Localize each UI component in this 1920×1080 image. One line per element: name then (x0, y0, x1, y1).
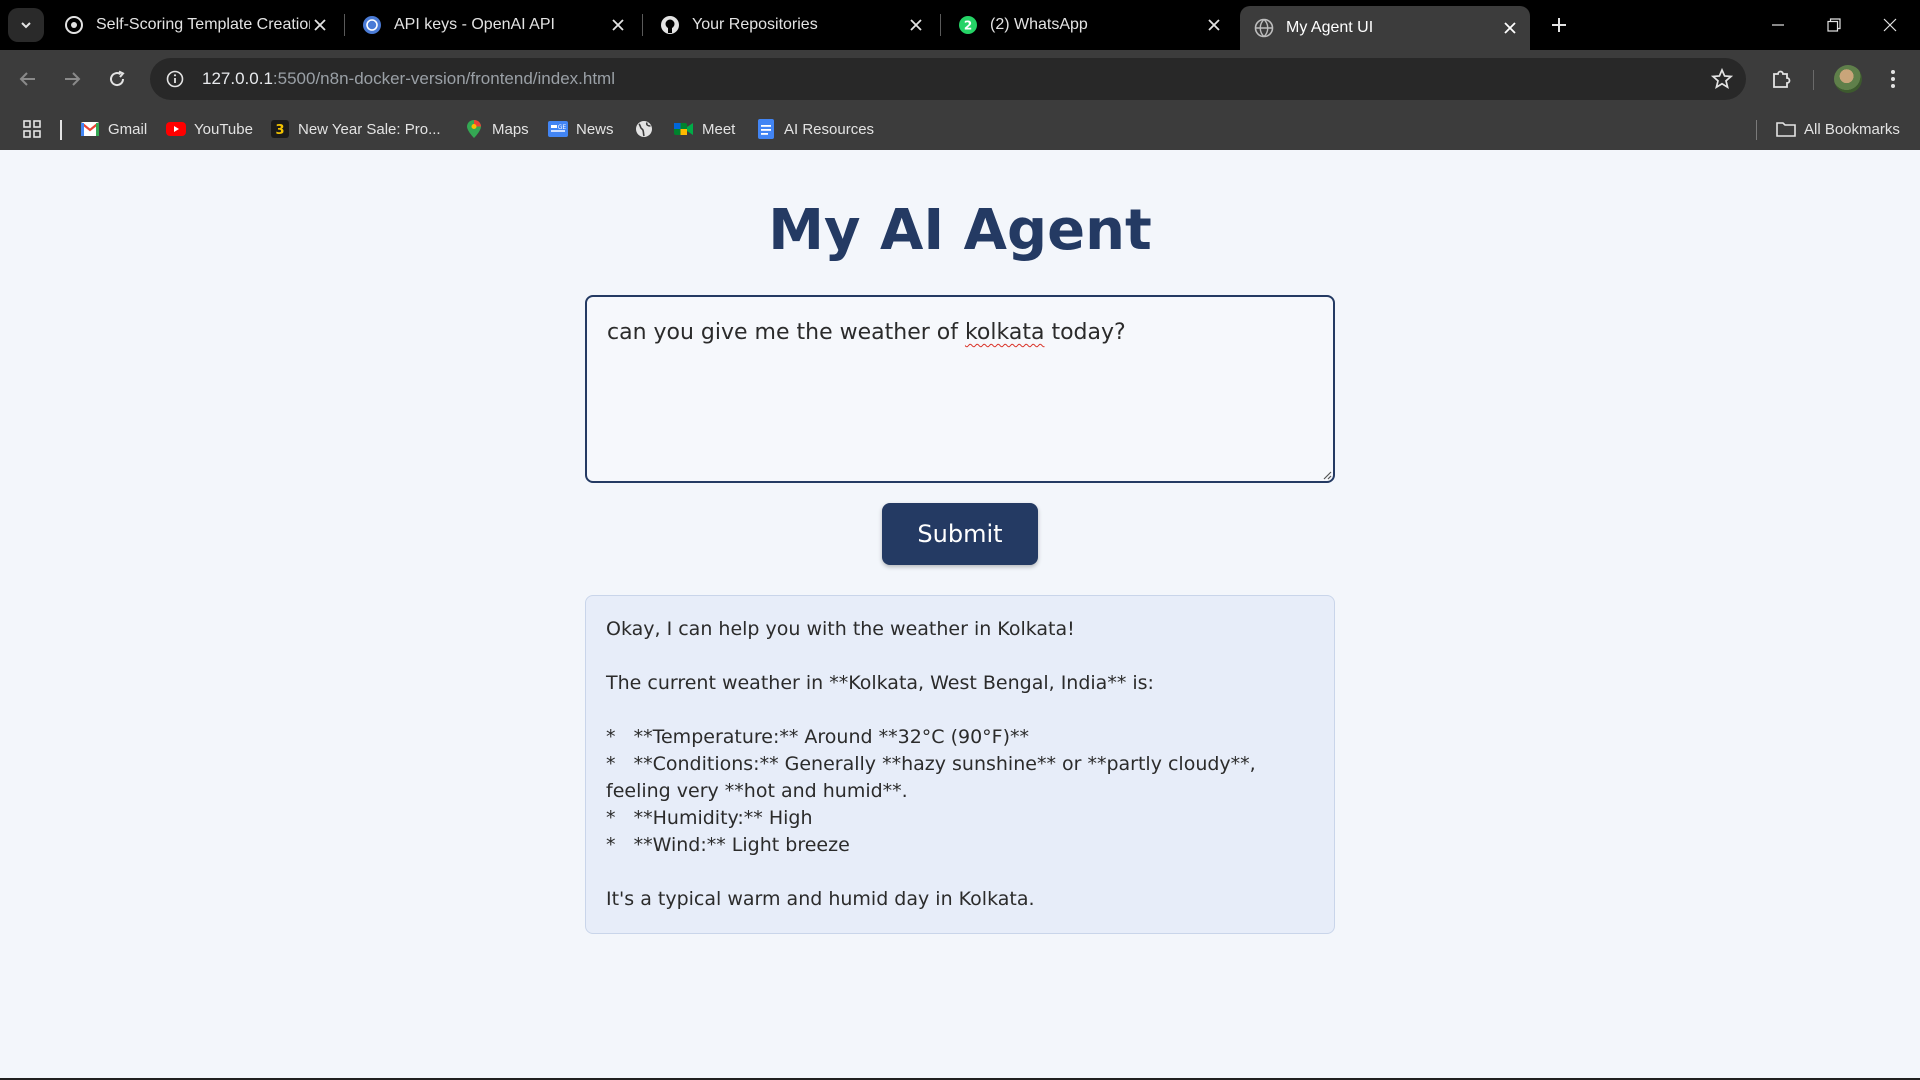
site-info-icon[interactable] (154, 58, 196, 100)
close-icon[interactable] (906, 15, 926, 35)
bookmark-label: Gmail (108, 120, 148, 138)
bookmark-new-year-sale[interactable]: 3 New Year Sale: Pro... (270, 115, 441, 143)
profile-avatar[interactable] (1834, 65, 1862, 93)
arrow-left-icon (19, 72, 35, 86)
tab-title: My Agent UI (1286, 19, 1374, 36)
globe-icon (1254, 18, 1274, 38)
url-text: 127.0.0.1:5500/n8n-docker-version/fronte… (202, 69, 615, 89)
plus-icon (1552, 18, 1566, 32)
tab-my-agent-ui[interactable]: My Agent UI (1240, 6, 1530, 50)
close-icon[interactable] (1204, 15, 1224, 35)
close-icon[interactable] (310, 15, 330, 35)
bookmarks-divider (1756, 120, 1757, 140)
reload-icon (110, 70, 125, 87)
apps-button[interactable] (22, 115, 42, 143)
apps-grid-icon (23, 120, 41, 138)
tab-search-button[interactable] (8, 8, 44, 42)
tab-title: (2) WhatsApp (990, 16, 1088, 33)
maps-icon (464, 119, 484, 139)
bookmark-label: News (576, 120, 614, 138)
minimize-button[interactable] (1750, 0, 1806, 50)
address-bar[interactable]: 127.0.0.1:5500/n8n-docker-version/fronte… (150, 58, 1746, 100)
close-icon[interactable] (608, 15, 628, 35)
close-icon (1883, 18, 1897, 32)
page-title: My AI Agent (768, 198, 1152, 263)
bookmark-label: AI Resources (784, 120, 875, 138)
tab-title: Self-Scoring Template Creation (96, 16, 310, 33)
bookmark-news[interactable]: GE News (548, 115, 614, 143)
response-box: Okay, I can help you with the weather in… (585, 595, 1335, 934)
bookmark-globe[interactable] (634, 115, 662, 143)
tab-strip: Self-Scoring Template Creation API keys … (0, 0, 1920, 50)
folder-icon (1776, 119, 1796, 139)
bookmark-label: New Year Sale: Pro... (298, 120, 441, 138)
puzzle-icon (1773, 70, 1791, 88)
bookmark-label: Meet (702, 120, 736, 138)
bookmark-label: YouTube (194, 120, 253, 138)
news-icon: GE (548, 119, 568, 139)
restore-icon (1827, 18, 1841, 32)
tab-self-scoring[interactable]: Self-Scoring Template Creation (50, 6, 340, 44)
globe-icon (634, 119, 654, 139)
bookmark-label: Maps (492, 120, 529, 138)
whatsapp-icon: 2 (958, 15, 978, 35)
tab-whatsapp[interactable]: 2 (2) WhatsApp (944, 6, 1234, 44)
url-host: 127.0.0.1 (202, 69, 273, 88)
forward-button[interactable] (54, 61, 90, 97)
gmail-icon (80, 119, 100, 139)
bookmark-ai-resources[interactable]: AI Resources (756, 115, 874, 143)
browser-toolbar: 127.0.0.1:5500/n8n-docker-version/fronte… (0, 50, 1920, 108)
url-path: :5500/n8n-docker-version/frontend/index.… (272, 69, 615, 88)
docs-icon (756, 119, 776, 139)
bookmark-meet[interactable]: Meet (674, 115, 735, 143)
bookmark-gmail[interactable]: Gmail (80, 115, 147, 143)
github-icon (660, 15, 680, 35)
tab-divider (642, 14, 643, 36)
whatsapp-badge: 2 (964, 19, 972, 33)
svg-text:GE: GE (558, 124, 567, 131)
resize-handle-icon[interactable] (1322, 470, 1332, 480)
bookmark-youtube[interactable]: YouTube (166, 115, 253, 143)
spellcheck-word: kolkata (964, 320, 1045, 345)
restore-button[interactable] (1806, 0, 1862, 50)
minimize-icon (1772, 24, 1784, 26)
youtube-icon (166, 119, 186, 139)
close-icon[interactable] (1500, 18, 1520, 38)
extensions-button[interactable] (1764, 63, 1798, 95)
openai-icon (64, 15, 84, 35)
page-content: My AI Agent can you give me the weather … (0, 150, 1920, 1080)
bookmarks-bar: Gmail YouTube 3 New Year Sale: Pro... Ma… (0, 108, 1920, 150)
back-button[interactable] (10, 61, 46, 97)
bookmark-star-icon[interactable] (1710, 67, 1734, 91)
browser-menu-button[interactable] (1878, 63, 1908, 95)
svg-text:3: 3 (275, 123, 284, 138)
sale-icon: 3 (270, 119, 290, 139)
bookmarks-divider (60, 120, 62, 140)
kebab-menu-icon (1891, 70, 1895, 88)
toolbar-divider (1813, 70, 1814, 90)
prompt-text: can you give me the weather of (607, 320, 965, 345)
openai-icon (362, 15, 382, 35)
tab-title: API keys - OpenAI API (394, 16, 555, 33)
window-close-button[interactable] (1862, 0, 1918, 50)
tab-title: Your Repositories (692, 16, 818, 33)
all-bookmarks-button[interactable]: All Bookmarks (1776, 115, 1900, 143)
chevron-down-icon (21, 22, 31, 29)
prompt-textarea[interactable]: can you give me the weather of kolkata t… (585, 295, 1335, 483)
new-tab-button[interactable] (1544, 10, 1574, 40)
tab-divider (940, 14, 941, 36)
submit-button[interactable]: Submit (882, 503, 1038, 565)
prompt-text-end: today? (1044, 320, 1126, 345)
tab-divider (344, 14, 345, 36)
bookmark-maps[interactable]: Maps (464, 115, 529, 143)
tab-api-keys[interactable]: API keys - OpenAI API (348, 6, 638, 44)
all-bookmarks-label: All Bookmarks (1804, 120, 1900, 138)
arrow-right-icon (65, 72, 81, 86)
reload-button[interactable] (99, 61, 135, 97)
meet-icon (674, 119, 694, 139)
tab-repositories[interactable]: Your Repositories (646, 6, 936, 44)
